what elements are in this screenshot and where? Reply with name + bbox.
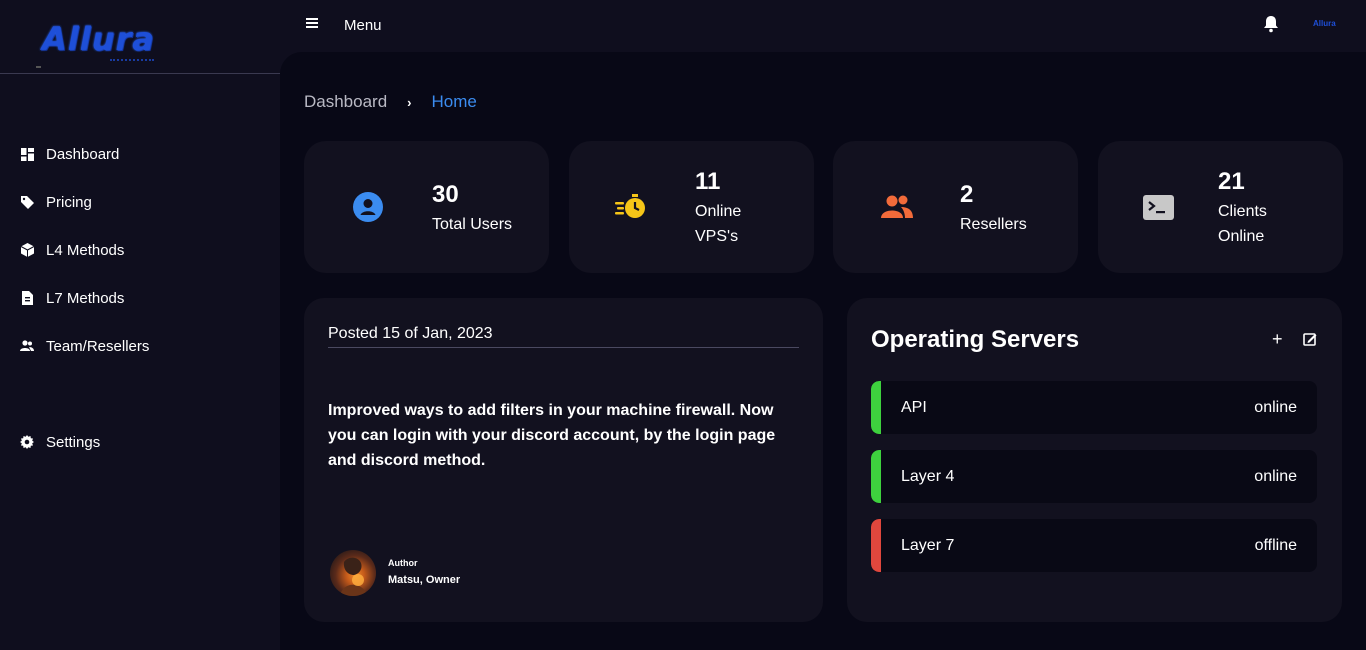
brand-logo[interactable]: Allura — [42, 20, 155, 58]
logo-decoration — [110, 59, 154, 62]
server-row-layer-4[interactable]: Layer 4 online — [871, 450, 1317, 503]
profile-logo[interactable]: Allura — [1313, 19, 1336, 28]
status-indicator — [871, 519, 881, 572]
stat-value: 21 — [1218, 168, 1245, 195]
stat-value: 2 — [960, 181, 974, 208]
author-avatar — [330, 550, 376, 596]
sidebar-item-label: Team/Resellers — [46, 337, 150, 355]
sidebar-item-settings[interactable]: Settings — [0, 418, 280, 466]
logo-area: Allura — [0, 0, 280, 74]
server-status: online — [1254, 398, 1297, 416]
server-name: Layer 4 — [901, 467, 955, 485]
divider — [328, 347, 799, 348]
stat-card-clients-online: 21 Clients Online — [1098, 141, 1343, 273]
sidebar-item-label: Pricing — [46, 193, 92, 211]
add-server-button[interactable]: + — [1272, 330, 1283, 348]
server-status: online — [1254, 467, 1297, 485]
sidebar-item-dashboard[interactable]: Dashboard — [0, 130, 280, 178]
stat-label-line1: Clients — [1218, 203, 1267, 220]
news-post-card: Posted 15 of Jan, 2023 Improved ways to … — [304, 298, 823, 622]
stat-card-total-users: 30 Total Users — [304, 141, 549, 273]
gear-icon — [20, 435, 34, 449]
dashboard-icon — [20, 147, 34, 161]
sidebar: Allura Dashboard Pricing L4 Methods L7 M… — [0, 0, 280, 650]
sidebar-item-label: L7 Methods — [46, 289, 125, 307]
stopwatch-icon — [615, 194, 645, 224]
operating-servers-card: Operating Servers + API online Layer 4 o… — [847, 298, 1342, 622]
author-role: Author — [388, 558, 418, 568]
top-bar: Menu Allura — [280, 0, 1366, 52]
sidebar-nav: Dashboard Pricing L4 Methods L7 Methods … — [0, 130, 280, 466]
breadcrumb-home[interactable]: Home — [432, 92, 477, 112]
servers-title: Operating Servers — [871, 326, 1080, 353]
sidebar-item-label: Settings — [46, 433, 101, 451]
stat-value: 30 — [432, 181, 459, 208]
author-name: Matsu, Owner — [388, 574, 461, 586]
status-indicator — [871, 450, 881, 503]
stat-label: Resellers — [960, 216, 1027, 233]
menu-label[interactable]: Menu — [344, 17, 382, 34]
file-icon — [20, 291, 34, 305]
stat-card-resellers: 2 Resellers — [833, 141, 1078, 273]
stat-label: Total Users — [432, 216, 513, 233]
sidebar-item-team-resellers[interactable]: Team/Resellers — [0, 322, 280, 370]
server-name: Layer 7 — [901, 536, 955, 554]
cube-icon — [20, 243, 34, 257]
main-content: Dashboard › Home 30 Total Users 11 Onlin… — [280, 52, 1366, 650]
post-body: Improved ways to add filters in your mac… — [328, 402, 776, 469]
sidebar-item-label: Dashboard — [46, 145, 120, 163]
stat-label-line2: VPS's — [695, 228, 739, 245]
server-status: offline — [1254, 536, 1297, 554]
users-icon — [20, 339, 34, 353]
sidebar-item-l7-methods[interactable]: L7 Methods — [0, 274, 280, 322]
edit-icon[interactable] — [1303, 332, 1317, 346]
sidebar-item-label: L4 Methods — [46, 241, 125, 259]
breadcrumb-dashboard[interactable]: Dashboard — [304, 92, 387, 112]
bell-icon[interactable] — [1262, 15, 1280, 33]
sidebar-item-l4-methods[interactable]: L4 Methods — [0, 226, 280, 274]
terminal-icon — [1143, 195, 1174, 225]
users-icon — [881, 194, 913, 224]
tag-icon — [20, 195, 34, 209]
breadcrumb: Dashboard › Home — [304, 92, 477, 112]
chevron-right-icon: › — [407, 94, 412, 110]
post-date: Posted 15 of Jan, 2023 — [328, 325, 493, 342]
stat-label-line2: Online — [1218, 228, 1265, 245]
server-row-api[interactable]: API online — [871, 381, 1317, 434]
hamburger-menu-icon[interactable] — [306, 18, 320, 32]
server-row-layer-7[interactable]: Layer 7 offline — [871, 519, 1317, 572]
stat-value: 11 — [695, 168, 721, 195]
logo-mark — [36, 66, 41, 68]
user-circle-icon — [353, 192, 383, 222]
stat-card-online-vps: 11 Online VPS's — [569, 141, 814, 273]
stat-label-line1: Online — [695, 203, 742, 220]
status-indicator — [871, 381, 881, 434]
sidebar-item-pricing[interactable]: Pricing — [0, 178, 280, 226]
server-name: API — [901, 398, 927, 416]
